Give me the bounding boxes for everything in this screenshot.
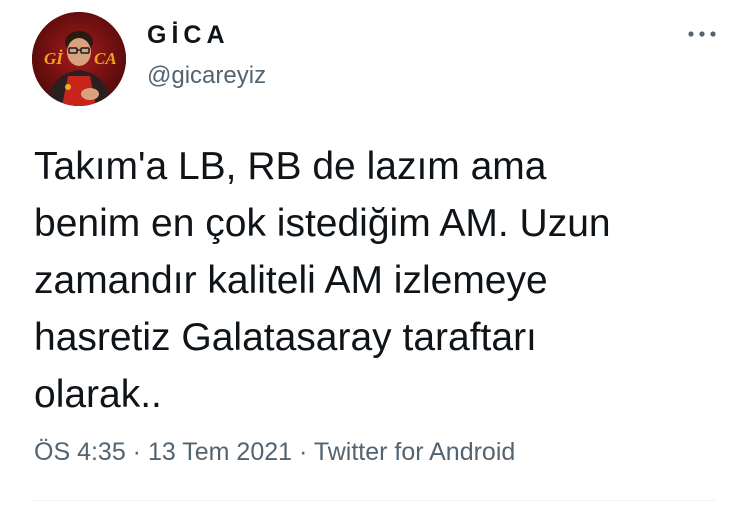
tweet-text-line: benim en çok istediğim AM. Uzun — [34, 202, 611, 245]
meta-separator: · — [292, 438, 314, 466]
avatar-letters-left: Gİ — [44, 49, 64, 68]
more-horizontal-icon — [688, 31, 716, 37]
more-options-button[interactable] — [686, 26, 718, 42]
tweet-date-link[interactable]: 13 Tem 2021 — [148, 438, 292, 466]
tweet-source-link[interactable]: Twitter for Android — [314, 438, 515, 466]
tweet-text-line: hasretiz Galatasaray taraftarı — [34, 316, 537, 359]
display-name[interactable]: GİCA — [147, 20, 266, 50]
tweet-card: Gİ CA GİCA @gicareyiz Takım'a LB, RB de … — [0, 0, 750, 507]
profile-avatar-icon: Gİ CA — [32, 12, 126, 106]
divider — [34, 500, 716, 501]
tweet-time-link[interactable]: ÖS 4:35 — [34, 438, 126, 466]
meta-separator: · — [125, 438, 148, 466]
user-handle[interactable]: @gicareyiz — [147, 62, 266, 90]
tweet-metadata: ÖS 4:35 · 13 Tem 2021 · Twitter for Andr… — [34, 436, 515, 468]
tweet-text: Takım'a LB, RB de lazım ama benim en çok… — [34, 138, 724, 423]
tweet-text-line: zamandır kaliteli AM izlemeye — [34, 259, 548, 302]
profile-avatar[interactable]: Gİ CA — [32, 12, 126, 106]
tweet-text-line: Takım'a LB, RB de lazım ama — [34, 145, 547, 188]
tweet-author[interactable]: GİCA @gicareyiz — [147, 20, 266, 90]
tweet-text-line: olarak.. — [34, 373, 162, 416]
avatar-letters-right: CA — [94, 49, 117, 68]
